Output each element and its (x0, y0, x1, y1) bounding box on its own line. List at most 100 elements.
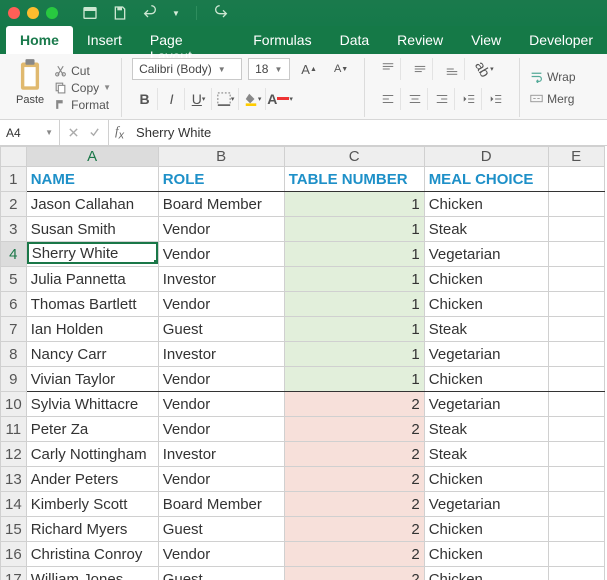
cell[interactable]: Vegetarian (424, 342, 548, 367)
align-right-button[interactable] (429, 88, 455, 110)
cell[interactable]: Chicken (424, 467, 548, 492)
cell[interactable]: Kimberly Scott (26, 492, 158, 517)
orientation-button[interactable]: ab▾ (471, 58, 497, 80)
formula-input[interactable]: Sherry White (130, 125, 217, 140)
font-size-select[interactable]: 18▼ (248, 58, 290, 80)
redo-icon[interactable] (213, 5, 229, 21)
align-bottom-button[interactable] (439, 58, 465, 80)
underline-button[interactable]: U▾ (186, 88, 212, 110)
cell[interactable]: Steak (424, 217, 548, 242)
row-header[interactable]: 14 (1, 492, 27, 517)
col-header-b[interactable]: B (158, 147, 284, 167)
row-header[interactable]: 5 (1, 267, 27, 292)
row-header[interactable]: 15 (1, 517, 27, 542)
cell[interactable] (548, 442, 604, 467)
row-header[interactable]: 7 (1, 317, 27, 342)
align-left-button[interactable] (375, 88, 401, 110)
wrap-text-button[interactable]: Wrap (530, 70, 575, 84)
row-header[interactable]: 6 (1, 292, 27, 317)
cell[interactable] (548, 167, 604, 192)
cell[interactable]: Carly Nottingham (26, 442, 158, 467)
align-top-button[interactable] (375, 58, 401, 80)
italic-button[interactable]: I (159, 88, 185, 110)
undo-icon[interactable] (142, 5, 158, 21)
cell[interactable] (548, 567, 604, 580)
cell[interactable] (548, 417, 604, 442)
format-painter-button[interactable]: Format (54, 98, 111, 112)
cell[interactable]: Vegetarian (424, 392, 548, 417)
cell[interactable]: Richard Myers (26, 517, 158, 542)
cell[interactable]: Jason Callahan (26, 192, 158, 217)
align-middle-button[interactable] (407, 58, 433, 80)
tab-page-layout[interactable]: Page Layout (136, 26, 239, 54)
cut-button[interactable]: Cut (54, 64, 111, 78)
cell[interactable]: MEAL CHOICE (424, 167, 548, 192)
cell[interactable]: 2 (284, 417, 424, 442)
cell[interactable]: NAME (26, 167, 158, 192)
window-icon[interactable] (82, 5, 98, 21)
cell[interactable]: 1 (284, 292, 424, 317)
cell[interactable] (548, 192, 604, 217)
row-header[interactable]: 13 (1, 467, 27, 492)
increase-indent-button[interactable] (483, 88, 509, 110)
save-icon[interactable] (112, 5, 128, 21)
copy-button[interactable]: Copy▼ (54, 81, 111, 95)
merge-button[interactable]: Merg (530, 92, 575, 106)
tab-insert[interactable]: Insert (73, 26, 136, 54)
tab-formulas[interactable]: Formulas (239, 26, 325, 54)
cell[interactable]: Chicken (424, 192, 548, 217)
zoom-window-button[interactable] (46, 7, 58, 19)
cell[interactable]: Chicken (424, 567, 548, 580)
cell[interactable]: 1 (284, 242, 424, 267)
cell[interactable]: Susan Smith (26, 217, 158, 242)
cell[interactable]: 2 (284, 567, 424, 580)
tab-developer[interactable]: Developer (515, 26, 607, 54)
cell[interactable]: Chicken (424, 292, 548, 317)
col-header-e[interactable]: E (548, 147, 604, 167)
cell[interactable]: 2 (284, 392, 424, 417)
cell[interactable]: TABLE NUMBER (284, 167, 424, 192)
cell[interactable]: Steak (424, 442, 548, 467)
cell[interactable]: Vivian Taylor (26, 367, 158, 392)
row-header[interactable]: 17 (1, 567, 27, 580)
row-header[interactable]: 3 (1, 217, 27, 242)
cell[interactable]: Board Member (158, 192, 284, 217)
cell[interactable]: Vendor (158, 292, 284, 317)
cell[interactable]: Guest (158, 517, 284, 542)
font-name-select[interactable]: Calibri (Body)▼ (132, 58, 242, 80)
cell[interactable]: Nancy Carr (26, 342, 158, 367)
cell[interactable]: Investor (158, 442, 284, 467)
cell[interactable]: Vendor (158, 242, 284, 267)
row-header[interactable]: 8 (1, 342, 27, 367)
cell[interactable]: 2 (284, 492, 424, 517)
cell[interactable]: Vendor (158, 217, 284, 242)
cell[interactable]: Steak (424, 317, 548, 342)
cell[interactable]: 1 (284, 217, 424, 242)
row-header[interactable]: 1 (1, 167, 27, 192)
cell[interactable]: Julia Pannetta (26, 267, 158, 292)
close-window-button[interactable] (8, 7, 20, 19)
cell[interactable]: 1 (284, 267, 424, 292)
cell[interactable]: William Jones (26, 567, 158, 580)
tab-data[interactable]: Data (326, 26, 384, 54)
cell[interactable]: 2 (284, 467, 424, 492)
cell[interactable]: Vegetarian (424, 492, 548, 517)
col-header-a[interactable]: A (26, 147, 158, 167)
cell[interactable]: 1 (284, 367, 424, 392)
cell[interactable]: Investor (158, 267, 284, 292)
cancel-formula-icon[interactable] (68, 127, 79, 138)
cell[interactable]: Peter Za (26, 417, 158, 442)
cell[interactable]: Vegetarian (424, 242, 548, 267)
select-all-corner[interactable] (1, 147, 27, 167)
cell[interactable] (548, 292, 604, 317)
cell[interactable] (548, 267, 604, 292)
grow-font-button[interactable]: A▲ (296, 58, 322, 80)
decrease-indent-button[interactable] (456, 88, 482, 110)
cell[interactable]: 2 (284, 517, 424, 542)
cell[interactable]: Chicken (424, 517, 548, 542)
cell[interactable]: 1 (284, 317, 424, 342)
spreadsheet-grid[interactable]: A B C D E 1 NAME ROLE TABLE NUMBER MEAL … (0, 146, 607, 580)
cell[interactable]: Ander Peters (26, 467, 158, 492)
row-header[interactable]: 12 (1, 442, 27, 467)
cell[interactable]: Sherry White (27, 242, 158, 264)
